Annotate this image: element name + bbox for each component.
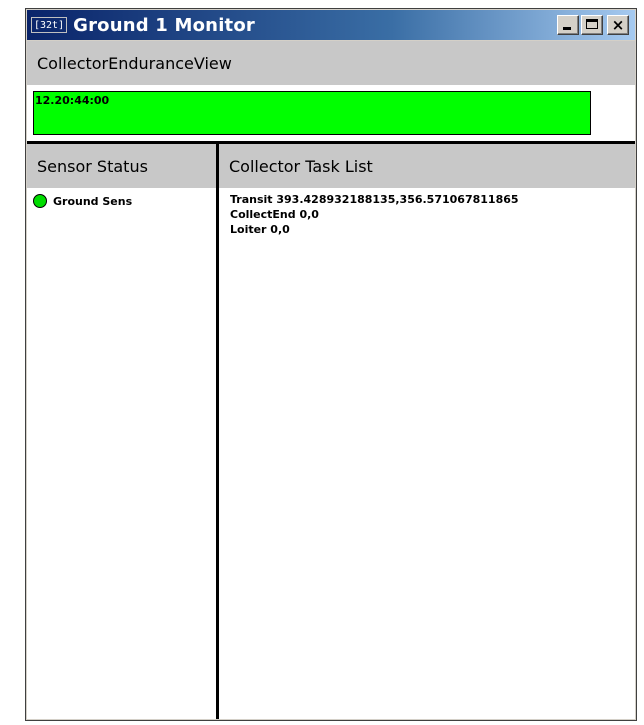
sensor-status-header: Sensor Status <box>27 144 216 188</box>
title-bar[interactable]: [32t] Ground 1 Monitor × <box>27 10 635 40</box>
endurance-view-header: CollectorEnduranceView <box>27 41 635 85</box>
sensor-name: Ground Sens <box>53 194 133 208</box>
maximize-icon <box>586 19 598 29</box>
task-item[interactable]: Transit 393.428932188135,356.57106781186… <box>230 192 635 207</box>
app-icon: [32t] <box>31 17 68 33</box>
minimize-button[interactable] <box>557 15 579 35</box>
status-split-pane: Sensor Status Ground Sens Collector Task… <box>27 141 635 719</box>
task-item[interactable]: CollectEnd 0,0 <box>230 207 635 222</box>
sensor-status-icon <box>33 194 47 208</box>
endurance-time-label: 12.20:44:00 <box>35 94 110 107</box>
sensor-status-panel: Sensor Status Ground Sens <box>27 144 219 719</box>
endurance-progress-bar: 12.20:44:00 <box>33 91 591 135</box>
task-list-panel: Collector Task List Transit 393.42893218… <box>219 144 635 719</box>
minimize-icon <box>563 27 571 30</box>
window-controls: × <box>557 15 629 35</box>
endurance-progress-fill <box>34 92 590 134</box>
task-list-header: Collector Task List <box>219 144 635 188</box>
task-list-title: Collector Task List <box>229 156 373 176</box>
task-list: Transit 393.428932188135,356.57106781186… <box>219 192 635 237</box>
maximize-button[interactable] <box>581 15 603 35</box>
sensor-status-title: Sensor Status <box>37 156 148 176</box>
endurance-bar-area: 12.20:44:00 <box>27 85 635 141</box>
close-icon: × <box>611 16 625 34</box>
sensor-row[interactable]: Ground Sens <box>33 193 216 209</box>
sensor-list: Ground Sens <box>27 193 216 209</box>
close-button[interactable]: × <box>607 15 629 35</box>
task-item[interactable]: Loiter 0,0 <box>230 222 635 237</box>
window-title: Ground 1 Monitor <box>73 14 256 36</box>
endurance-view-title: CollectorEnduranceView <box>37 53 232 73</box>
monitor-window: [32t] Ground 1 Monitor × CollectorEndura… <box>25 8 637 721</box>
window-content: CollectorEnduranceView 12.20:44:00 Senso… <box>27 41 635 719</box>
